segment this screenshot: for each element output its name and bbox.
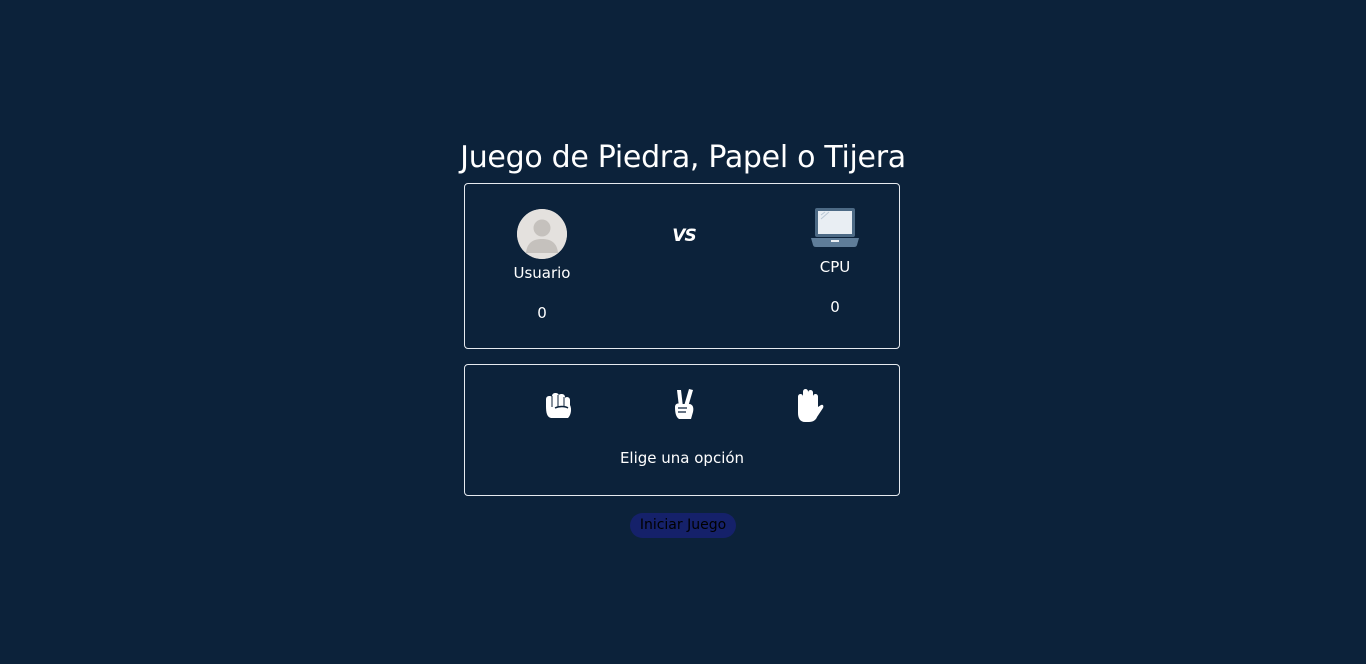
rock-fist-icon[interactable] xyxy=(541,387,575,425)
user-score: 0 xyxy=(537,304,547,322)
versus-label: VS xyxy=(672,226,696,246)
choices-panel: Elige una opción xyxy=(464,364,900,496)
scissors-hand-icon[interactable] xyxy=(667,387,701,425)
player-user: Usuario 0 xyxy=(492,209,592,323)
user-avatar-icon xyxy=(517,209,567,259)
paper-hand-icon[interactable] xyxy=(791,387,825,425)
player-cpu: CPU 0 xyxy=(785,207,885,317)
start-game-button[interactable]: Iniciar Juego xyxy=(630,513,736,538)
choice-prompt: Elige una opción xyxy=(619,449,745,467)
user-name: Usuario xyxy=(513,264,571,282)
page-title: Juego de Piedra, Papel o Tijera xyxy=(460,140,906,175)
cpu-name: CPU xyxy=(819,258,851,276)
scoreboard-panel: Usuario 0 VS CPU 0 xyxy=(464,183,900,349)
cpu-score: 0 xyxy=(830,298,840,316)
laptop-icon xyxy=(809,207,861,249)
